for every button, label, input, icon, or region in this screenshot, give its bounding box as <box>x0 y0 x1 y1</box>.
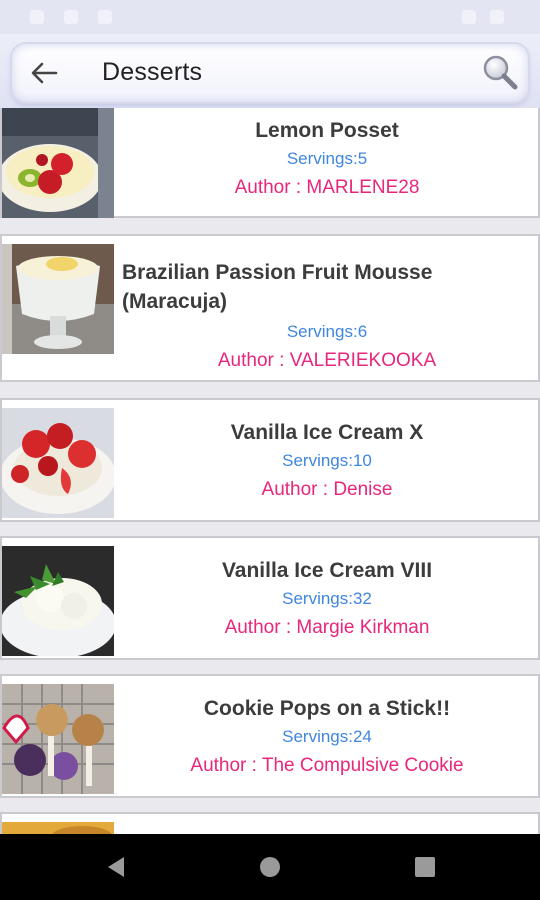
recipe-title: Vanilla Ice Cream X <box>230 421 424 444</box>
search-bar[interactable]: Desserts <box>12 44 528 102</box>
battery-icon <box>490 10 504 24</box>
recipe-card[interactable]: Cookie Pops on a Stick!! Servings:24 Aut… <box>0 674 540 798</box>
wifi-icon <box>462 10 476 24</box>
recipe-thumbnail-vanilla-ice-cream-x <box>2 408 114 518</box>
recipe-card[interactable]: Vanilla Ice Cream X Servings:10 Author :… <box>0 398 540 522</box>
recipe-author: Author : MARLENE28 <box>234 177 420 198</box>
app-header: Desserts <box>0 34 540 108</box>
recipe-thumbnail-passion-fruit-mousse <box>2 244 114 354</box>
page-title: Desserts <box>102 58 203 86</box>
recipe-servings: Servings:32 <box>282 589 372 608</box>
recipe-title: Cookie Pops on a Stick!! <box>203 697 451 720</box>
recipe-title: Lemon Posset <box>255 119 399 142</box>
recipe-servings: Servings:5 <box>286 149 368 168</box>
recipe-servings: Servings:10 <box>282 451 372 470</box>
status-icon <box>98 10 112 24</box>
recipe-author: Author : Denise <box>261 479 393 500</box>
square-recents-icon[interactable] <box>410 852 440 882</box>
recipe-thumbnail-partial <box>2 822 114 834</box>
recipe-info: Cookie Pops on a Stick!! Servings:24 Aut… <box>116 676 538 796</box>
navigation-bar <box>0 834 540 900</box>
recipe-card[interactable]: Vanilla Ice Cream VIII Servings:32 Autho… <box>0 536 540 660</box>
recipe-thumbnail-lemon-posset <box>2 108 114 218</box>
recipe-title: Vanilla Ice Cream VIII <box>221 559 433 582</box>
recipe-author: Author : The Compulsive Cookie <box>190 755 464 776</box>
recipe-servings: Servings:24 <box>282 727 372 746</box>
magnifier-icon[interactable] <box>480 52 520 92</box>
recipe-servings: Servings:6 <box>286 322 368 341</box>
recipe-card[interactable] <box>0 812 540 834</box>
recipe-info: Brazilian Passion Fruit Mousse (Maracuja… <box>116 236 538 380</box>
arrow-left-icon[interactable] <box>26 56 62 90</box>
recipe-thumbnail-cookie-pops <box>2 684 114 794</box>
recipe-info: Lemon Posset Servings:5 Author : MARLENE… <box>116 108 538 216</box>
circle-home-icon[interactable] <box>255 852 285 882</box>
status-bar <box>0 0 540 34</box>
recipe-author: Author : Margie Kirkman <box>224 617 430 638</box>
recipe-info: Vanilla Ice Cream X Servings:10 Author :… <box>116 400 538 520</box>
recipe-thumbnail-vanilla-ice-cream-viii <box>2 546 114 656</box>
triangle-back-icon[interactable] <box>100 852 130 882</box>
recipe-card[interactable]: Brazilian Passion Fruit Mousse (Maracuja… <box>0 234 540 382</box>
status-icon <box>64 10 78 24</box>
status-icon <box>30 10 44 24</box>
recipe-list[interactable]: Lemon Posset Servings:5 Author : MARLENE… <box>0 108 540 834</box>
recipe-info: Vanilla Ice Cream VIII Servings:32 Autho… <box>116 538 538 658</box>
recipe-title: Brazilian Passion Fruit Mousse (Maracuja… <box>122 261 433 313</box>
recipe-author: Author : VALERIEKOOKA <box>217 350 437 371</box>
recipe-card[interactable]: Lemon Posset Servings:5 Author : MARLENE… <box>0 108 540 218</box>
